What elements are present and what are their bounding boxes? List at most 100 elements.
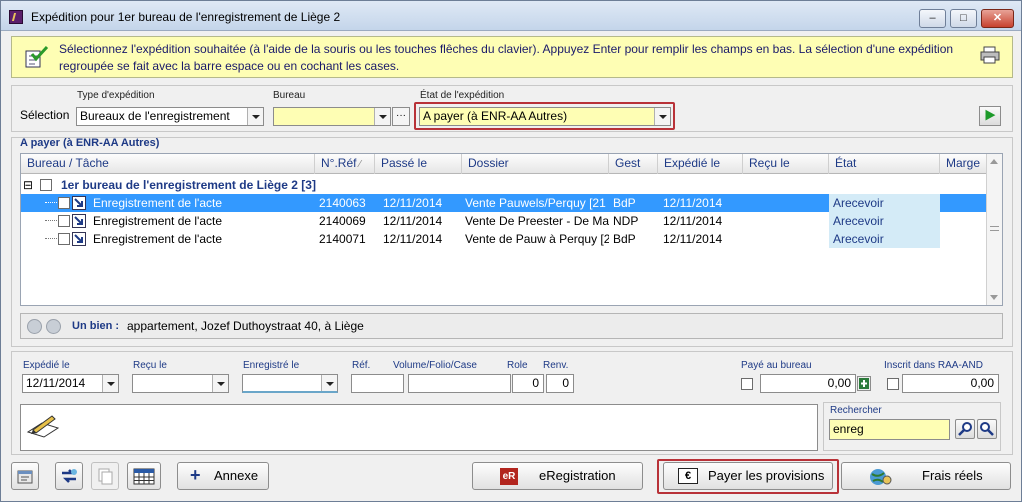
expedition-grid[interactable]: Bureau / Tâche N°.Réf ⁄ Passé le Dossier… [20, 153, 1003, 306]
search-next-button[interactable] [977, 419, 997, 439]
row-task: Enregistrement de l'acte [93, 214, 223, 228]
minimize-button[interactable]: – [919, 9, 946, 28]
run-button[interactable] [979, 106, 1001, 126]
info-banner: Sélectionnez l'expédition souhaitée (à l… [11, 36, 1013, 78]
group-label: 1er bureau de l'enregistrement de Liège … [61, 178, 316, 192]
inscrit-amount-input[interactable]: 0,00 [902, 374, 999, 393]
eregistration-label: eRegistration [539, 468, 616, 483]
annexe-button[interactable]: + Annexe [177, 462, 269, 490]
previous-icon[interactable] [27, 319, 42, 334]
inscrit-checkbox[interactable] [887, 378, 899, 390]
row-dossier: Vente Pauwels/Perquy [21 [465, 196, 606, 210]
renv-input[interactable]: 0 [546, 374, 574, 393]
paye-checkbox[interactable] [741, 378, 753, 390]
calculator-icon [859, 378, 869, 389]
scroll-grip-icon[interactable] [990, 226, 999, 231]
chevron-down-icon[interactable] [247, 108, 263, 125]
maximize-button[interactable]: □ [950, 9, 977, 28]
role-input[interactable]: 0 [512, 374, 544, 393]
chevron-down-icon[interactable] [374, 108, 390, 125]
grid-scrollbar[interactable] [986, 154, 1002, 305]
annexe-label: Annexe [214, 468, 259, 483]
title-bar[interactable]: Expédition pour 1er bureau de l'enregist… [1, 1, 1021, 31]
chevron-down-icon[interactable] [321, 375, 337, 391]
frais-label: Frais réels [922, 468, 983, 483]
row-marge [940, 194, 988, 212]
status-bar: Un bien : appartement, Jozef Duthoystraa… [20, 313, 1003, 339]
table-row[interactable]: Enregistrement de l'acte 2140063 12/11/2… [21, 194, 988, 212]
row-checkbox[interactable] [58, 197, 70, 209]
scroll-up-icon[interactable] [990, 159, 998, 164]
eregistration-button[interactable]: eR eRegistration [472, 462, 643, 490]
calc-button[interactable] [857, 376, 871, 391]
row-gest: BdP [613, 232, 636, 246]
row-dossier: Vente de Pauw à Perquy [2 [465, 232, 609, 246]
col-marge[interactable]: Marge [940, 154, 988, 174]
transfer-button[interactable] [55, 462, 83, 490]
group-row[interactable]: ⊟ 1er bureau de l'enregistrement de Lièg… [21, 176, 988, 194]
app-window: Expédition pour 1er bureau de l'enregist… [0, 0, 1022, 502]
recu-date-picker[interactable] [132, 374, 229, 393]
type-expedition-label: Type d'expédition [77, 90, 155, 101]
bureau-browse-button[interactable]: ··· [392, 107, 410, 126]
eregistration-icon: eR [500, 468, 518, 485]
table-row[interactable]: Enregistrement de l'acte 2140069 12/11/2… [21, 212, 988, 230]
collapse-icon[interactable]: ⊟ [23, 176, 35, 194]
next-icon[interactable] [46, 319, 61, 334]
search-previous-button[interactable] [955, 419, 975, 439]
notes-area[interactable] [20, 404, 818, 451]
type-expedition-select[interactable]: Bureaux de l'enregistrement [76, 107, 264, 126]
row-dossier: Vente De Preester - De Ma [465, 214, 609, 228]
col-recu[interactable]: Reçu le [743, 154, 829, 174]
frais-reels-button[interactable]: Frais réels [841, 462, 1011, 490]
window-title: Expédition pour 1er bureau de l'enregist… [31, 10, 341, 24]
col-dossier[interactable]: Dossier [462, 154, 609, 174]
transfer-icon [62, 469, 77, 483]
row-ref: 2140063 [319, 196, 366, 210]
copy-icon [98, 468, 113, 485]
selection-label: Sélection [20, 108, 70, 122]
paye-label: Payé au bureau [741, 360, 812, 371]
play-icon [985, 109, 996, 121]
row-ref: 2140071 [319, 232, 366, 246]
bureau-select[interactable] [273, 107, 391, 126]
row-gest: NDP [613, 214, 639, 228]
volume-input[interactable] [408, 374, 511, 393]
ref-label: Réf. [352, 360, 371, 371]
properties-button[interactable] [11, 462, 39, 490]
col-gest[interactable]: Gest [609, 154, 658, 174]
status-value: appartement, Jozef Duthoystraat 40, à Li… [127, 319, 364, 333]
chevron-down-icon[interactable] [102, 375, 118, 392]
row-recu [743, 212, 829, 230]
tree-line [45, 238, 57, 239]
close-button[interactable]: ✕ [981, 9, 1014, 28]
row-checkbox[interactable] [58, 233, 70, 245]
copy-button[interactable] [91, 462, 119, 490]
col-ref[interactable]: N°.Réf ⁄ [315, 154, 375, 174]
col-expedie[interactable]: Expédié le [658, 154, 743, 174]
row-task: Enregistrement de l'acte [93, 196, 223, 210]
search-input[interactable]: enreg [829, 419, 950, 440]
row-checkbox[interactable] [58, 215, 70, 227]
table-row[interactable]: Enregistrement de l'acte 2140071 12/11/2… [21, 230, 988, 248]
paye-amount-input[interactable]: 0,00 [760, 374, 856, 393]
row-expedie: 12/11/2014 [663, 196, 723, 210]
tree-line [45, 202, 57, 203]
calendar-button[interactable] [127, 462, 161, 490]
row-passe: 12/11/2014 [383, 232, 443, 246]
expedie-value: 12/11/2014 [26, 376, 86, 390]
col-bureau-tache[interactable]: Bureau / Tâche [21, 154, 315, 174]
expedie-date-picker[interactable]: 12/11/2014 [22, 374, 119, 393]
row-recu [743, 194, 829, 212]
chevron-down-icon[interactable] [212, 375, 228, 392]
row-gest: BdP [613, 196, 636, 210]
col-etat[interactable]: État [829, 154, 940, 174]
enregistre-date-picker[interactable] [242, 374, 338, 393]
print-icon[interactable] [980, 46, 1000, 64]
scroll-down-icon[interactable] [990, 295, 998, 300]
group-checkbox[interactable] [40, 179, 52, 191]
row-etat: Arecevoir [829, 230, 940, 248]
ref-input[interactable] [351, 374, 404, 393]
col-passe[interactable]: Passé le [375, 154, 462, 174]
row-etat: Arecevoir [829, 212, 940, 230]
